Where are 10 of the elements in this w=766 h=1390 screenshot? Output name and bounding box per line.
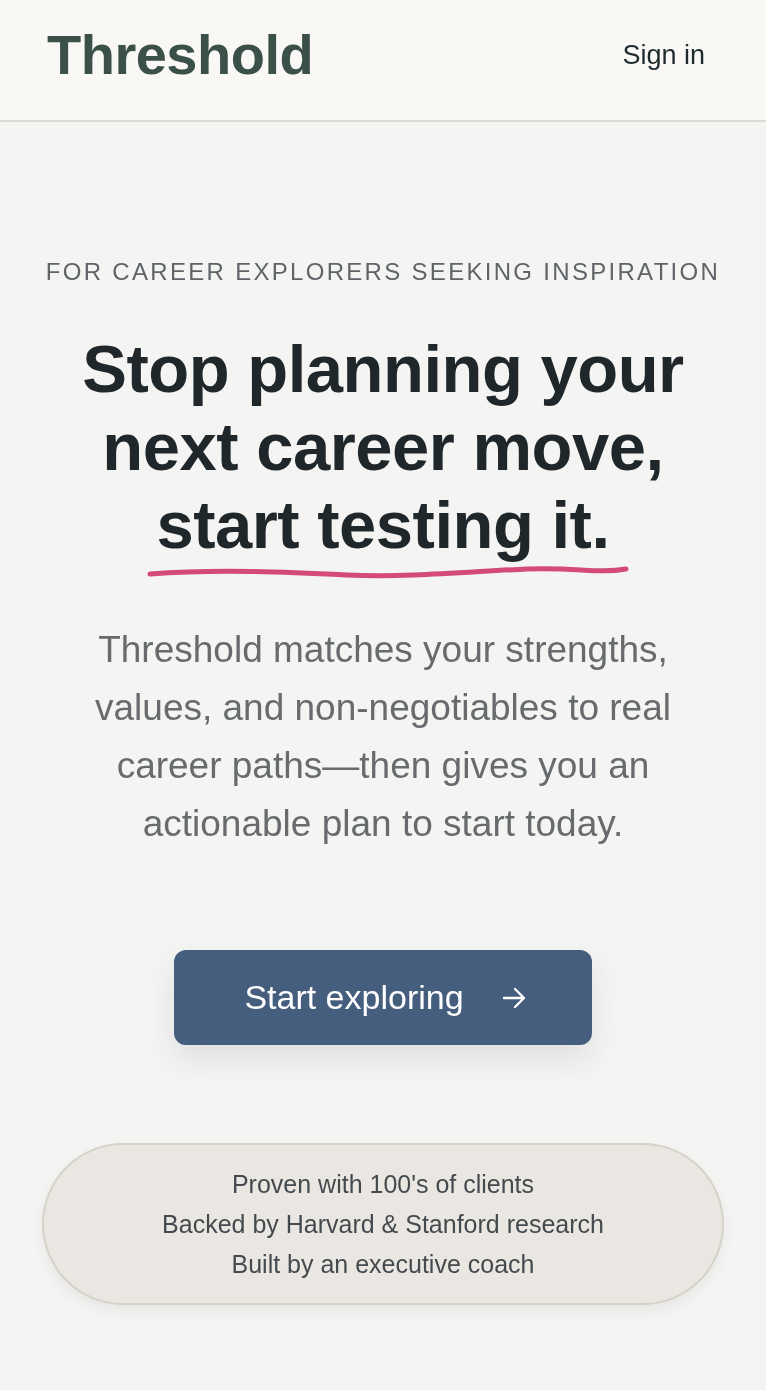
subtitle: Threshold matches your strengths, values, and non-negotiables to real career paths—then gives you an actionable plan to start today. <box>94 628 672 846</box>
start-exploring-button[interactable]: Start exploring <box>174 950 592 1045</box>
proof-point: Built by an executive coach <box>231 1249 535 1280</box>
proof-point: Proven with 100's of clients <box>231 1169 535 1200</box>
sign-in-link[interactable]: Sign in <box>622 39 705 71</box>
headline: Stop planning your next career move, start testing it. <box>81 330 685 564</box>
arrow-right-icon <box>501 986 526 1009</box>
logo[interactable]: Threshold <box>47 27 314 83</box>
eyebrow-text: FOR CAREER EXPLORERS SEEKING INSPIRATION <box>45 257 721 287</box>
proof-point: Backed by Harvard & Stanford research <box>162 1209 604 1240</box>
